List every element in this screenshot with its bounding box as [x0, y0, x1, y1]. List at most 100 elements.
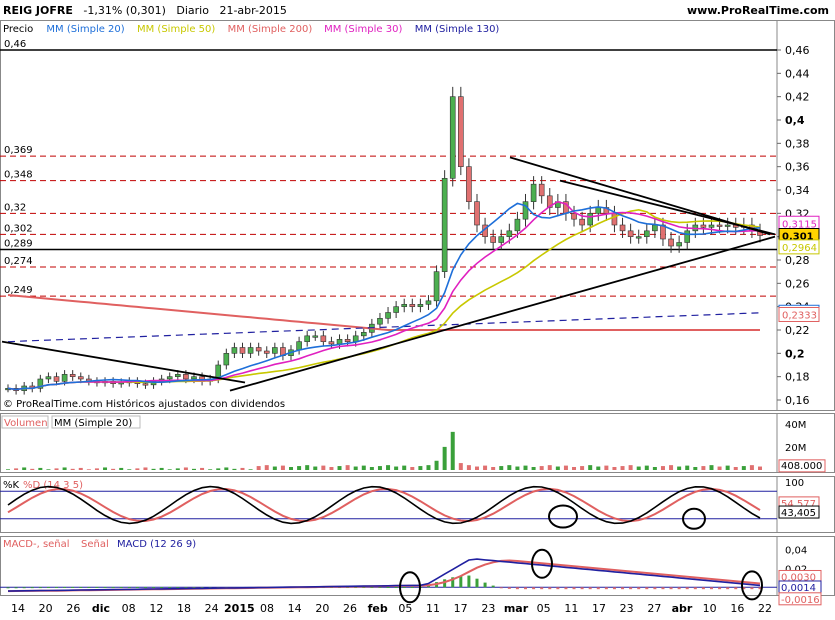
volume-bar	[499, 466, 504, 470]
candle	[676, 242, 682, 247]
price-legend-item: MM (Simple 50)	[137, 24, 215, 35]
volume-legend-item: MM (Simple 20)	[54, 418, 132, 429]
volume-bar	[159, 467, 164, 470]
candle	[538, 183, 545, 197]
date-label: 21-abr-2015	[219, 4, 287, 17]
volume-bar	[119, 467, 124, 470]
volume-bar	[94, 468, 99, 470]
volume-bar	[135, 468, 140, 470]
volume-bar	[402, 465, 407, 470]
price-tick-label: 0,36	[785, 161, 810, 174]
candle	[716, 224, 723, 227]
volume-bar	[248, 469, 253, 470]
volume-bar	[636, 466, 641, 470]
candle	[360, 332, 367, 337]
trend-line	[1, 340, 246, 384]
candle	[627, 230, 634, 237]
volume-bar	[717, 466, 722, 470]
candle	[255, 347, 262, 352]
change-label: -1,31% (0,301)	[83, 4, 166, 17]
volume-bar	[232, 468, 237, 470]
macd-histogram-bar	[499, 587, 503, 589]
volume-bar	[78, 467, 83, 470]
volume-bar	[191, 468, 196, 470]
macd-histogram-bar	[63, 587, 67, 589]
ma130-line	[7, 312, 761, 343]
candle	[700, 224, 707, 228]
candle	[474, 201, 480, 226]
volume-bar	[531, 466, 536, 470]
macd-histogram-bar	[79, 587, 83, 589]
x-axis-label: 14	[288, 602, 302, 615]
volume-bar	[272, 466, 277, 470]
macd-legend-item: MACD-, señal	[3, 539, 70, 550]
candle	[506, 230, 513, 237]
x-axis-label: 18	[177, 602, 191, 615]
volume-bar	[103, 467, 108, 470]
macd-histogram-bar	[548, 587, 552, 590]
stock-chart: Precio MM (Simple 20) MM (Simple 50) MM (Si…	[0, 20, 835, 615]
volume-bar	[6, 469, 10, 470]
macd-histogram-bar	[564, 587, 568, 590]
x-axis-label: 24	[205, 602, 219, 615]
candle	[635, 236, 642, 239]
x-axis-label: 23	[620, 602, 634, 615]
price-tick-label: 0,4	[785, 114, 805, 127]
candle	[304, 335, 310, 342]
volume-bar	[183, 467, 188, 470]
x-axis-label: 08	[260, 602, 274, 615]
volume-bar	[240, 467, 245, 470]
volume-bar	[54, 468, 59, 470]
volume-bar	[127, 469, 132, 470]
volume-bar	[660, 466, 665, 470]
macd-histogram-bar	[580, 587, 584, 590]
volume-bar	[175, 468, 180, 470]
macd-histogram-bar	[734, 587, 738, 590]
volume-bar	[216, 468, 221, 470]
candle	[312, 335, 319, 338]
volume-bar	[337, 466, 342, 470]
x-axis-label: 17	[454, 602, 468, 615]
volume-bar	[588, 465, 593, 470]
volume-bar	[539, 466, 544, 470]
volume-bar	[677, 466, 682, 470]
candle	[571, 213, 577, 220]
volume-bar	[167, 469, 172, 470]
macd-value-label: -0,0016	[781, 595, 820, 606]
level-label: 0,32	[4, 202, 26, 213]
macd-histogram-bar	[135, 587, 139, 589]
candle	[296, 341, 302, 351]
x-axis-label: 26	[343, 602, 357, 615]
macd-histogram-bar	[386, 587, 390, 589]
candle	[247, 347, 254, 354]
candle	[433, 271, 440, 302]
x-axis-label: 11	[426, 602, 440, 615]
macd-histogram-bar	[532, 587, 536, 590]
macd-histogram-bar	[621, 587, 625, 590]
x-axis-label: 2015	[224, 602, 255, 615]
macd-histogram-bar	[95, 587, 99, 589]
volume-bar	[14, 468, 19, 470]
macd-histogram-bar	[507, 587, 511, 589]
candle	[175, 374, 181, 377]
volume-bar	[418, 466, 423, 470]
price-legend-item: MM (Simple 20)	[46, 24, 124, 35]
macd-histogram-bar	[726, 587, 730, 590]
price-tick-label: 0,38	[785, 137, 810, 150]
x-axis-label: 23	[481, 602, 495, 615]
candle	[498, 236, 505, 243]
candle	[724, 224, 731, 227]
macd-legend-item: MACD (12 26 9)	[117, 539, 196, 550]
macd-histogram-bar	[6, 587, 10, 589]
volume-bar	[297, 466, 302, 470]
volume-bar	[426, 465, 431, 470]
volume-bar	[604, 465, 609, 470]
level-label: 0,369	[4, 145, 33, 156]
candle	[417, 304, 424, 307]
volume-bar	[547, 465, 552, 470]
candle	[708, 224, 715, 228]
candle	[668, 238, 674, 247]
price-tick-label: 0,18	[785, 371, 810, 384]
volume-bar	[200, 467, 205, 470]
volume-bar	[151, 468, 156, 470]
